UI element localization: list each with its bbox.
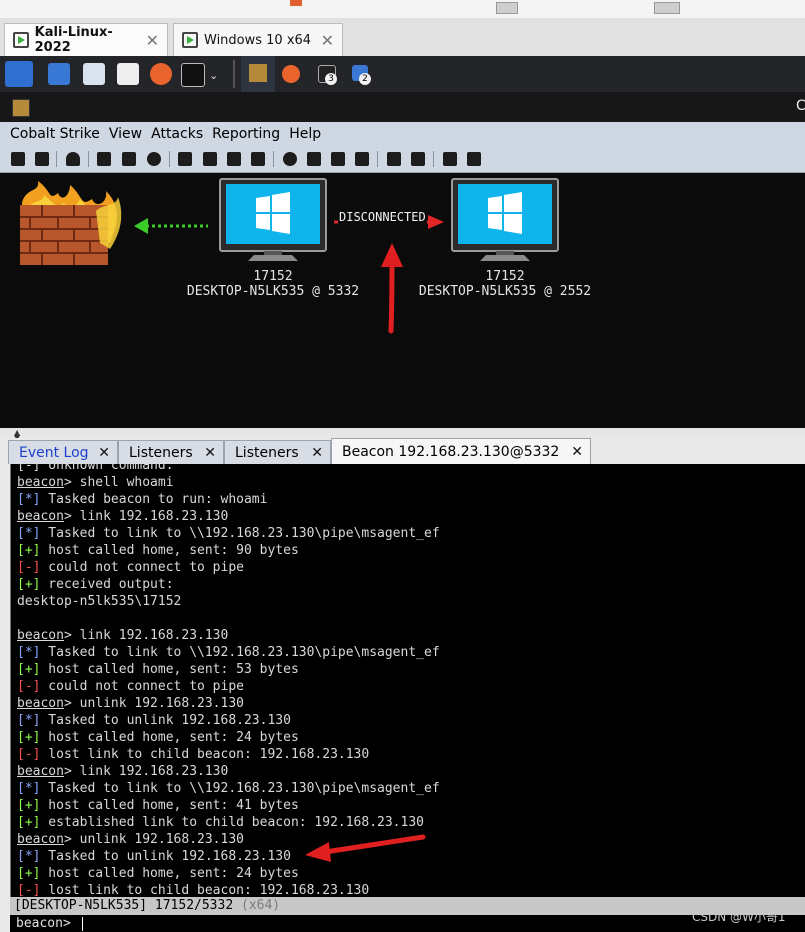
vm-icon (182, 32, 198, 48)
cobalt-strike-icon (249, 64, 267, 82)
close-icon[interactable]: ✕ (321, 31, 334, 50)
command-input-row[interactable]: beacon> (10, 915, 805, 932)
vm-tab-label: Windows 10 x64 (204, 32, 312, 48)
host-toolbar-icon[interactable] (496, 2, 518, 14)
beacon-console[interactable]: [-] Unknown command: beacon> shell whoami… (10, 464, 805, 897)
pivot-graph: DISCONNECTED 17152 DESKTOP-N5LK535 @ 533… (0, 173, 805, 428)
tab-listeners[interactable]: Listeners ✕ (224, 440, 331, 464)
package-icon[interactable] (467, 152, 481, 166)
node-label: 17152 DESKTOP-N5LK535 @ 2552 (416, 269, 594, 299)
node-host: DESKTOP-N5LK535 @ 5332 (186, 284, 360, 299)
status-pid: 17152/5332 (154, 898, 234, 913)
annotation-arrow (381, 243, 403, 334)
text-editor-icon[interactable] (117, 63, 139, 85)
script-console-icon[interactable] (355, 152, 369, 166)
annotation-overlay (305, 834, 426, 862)
beacon-node-2552[interactable] (451, 178, 559, 261)
host-toolbar-icon[interactable] (654, 2, 680, 14)
headphones-icon[interactable] (66, 152, 80, 166)
window-count-badge: 3 (325, 73, 337, 85)
pivot-graph-icon[interactable] (97, 152, 111, 166)
link-status-label: DISCONNECTED (338, 210, 427, 224)
cobalt-strike-icon (12, 99, 30, 117)
session-table-icon[interactable] (122, 152, 136, 166)
node-pid: 17152 (253, 269, 293, 284)
close-icon[interactable]: ✕ (311, 445, 323, 461)
firefox-icon[interactable] (150, 63, 172, 85)
watermark: CSDN @W小哥1 (692, 910, 786, 924)
window-title: C (796, 98, 805, 114)
node-label: 17152 DESKTOP-N5LK535 @ 5332 (185, 269, 361, 299)
kali-panel: ⌄ 3 2 (0, 56, 805, 94)
host-top-strip (0, 0, 805, 19)
desktop-icon[interactable] (48, 63, 70, 85)
close-icon[interactable]: ✕ (571, 444, 583, 460)
firefox-icon[interactable] (282, 65, 300, 83)
close-icon[interactable]: ✕ (204, 445, 216, 461)
vm-tab-kali[interactable]: Kali-Linux-2022 ✕ (4, 23, 168, 56)
vm-tab-bar: Kali-Linux-2022 ✕ Windows 10 x64 ✕ (0, 18, 805, 56)
menu-reporting[interactable]: Reporting (212, 126, 280, 142)
toolbar (0, 146, 805, 173)
input-prompt: beacon> (16, 916, 71, 931)
connect-icon[interactable] (11, 152, 25, 166)
console-tab-bar: Event Log ✕ Listeners ✕ Listeners ✕ Beac… (0, 438, 805, 464)
coffee-icon[interactable] (307, 152, 321, 166)
window-count-badge: 2 (359, 73, 371, 85)
vm-tab-label: Kali-Linux-2022 (34, 25, 113, 55)
chevron-down-icon[interactable]: ⌄ (209, 69, 218, 82)
tab-label: Listeners (235, 444, 299, 461)
menu-attacks[interactable]: Attacks (151, 126, 203, 142)
split-pane-divider[interactable]: ▲ ▼ (0, 428, 805, 442)
menu-cobalt-strike[interactable]: Cobalt Strike (10, 126, 100, 142)
host-toolbar-icon[interactable] (290, 0, 302, 6)
credentials-icon[interactable] (178, 152, 192, 166)
status-host: [DESKTOP-N5LK535] (14, 898, 148, 913)
menu-help[interactable]: Help (289, 126, 321, 142)
vm-icon (13, 32, 29, 48)
status-bar: [DESKTOP-N5LK535] 17152/5332 (x64) (10, 897, 805, 915)
files-icon[interactable] (83, 63, 105, 85)
terminal-icon[interactable] (181, 63, 205, 87)
target-icon[interactable] (147, 152, 161, 166)
screenshot-icon[interactable] (251, 152, 265, 166)
tab-beacon[interactable]: Beacon 192.168.23.130@5332 ✕ (331, 438, 591, 464)
kali-menu-icon[interactable] (5, 61, 33, 87)
tab-label: Event Log (19, 444, 89, 461)
tab-listeners[interactable]: Listeners ✕ (118, 440, 224, 464)
close-icon[interactable]: ✕ (146, 31, 159, 50)
active-task[interactable] (241, 56, 275, 94)
text-cursor (81, 916, 83, 931)
status-arch: (x64) (241, 898, 281, 913)
menu-view[interactable]: View (109, 126, 142, 142)
tab-event-log[interactable]: Event Log ✕ (8, 440, 118, 464)
key-icon[interactable] (227, 152, 241, 166)
download-icon[interactable] (203, 152, 217, 166)
panel-separator (233, 60, 235, 88)
gear-icon[interactable] (283, 152, 297, 166)
beacon-node-5332[interactable] (219, 178, 327, 261)
cs-window-titlebar: C (0, 92, 805, 122)
node-pid: 17152 (485, 269, 525, 284)
link-icon[interactable] (387, 152, 401, 166)
tab-label: Listeners (129, 444, 193, 461)
annotation-arrow (305, 834, 426, 862)
cloud-icon[interactable] (411, 152, 425, 166)
disconnect-icon[interactable] (35, 152, 49, 166)
document-icon[interactable] (331, 152, 345, 166)
connection-arrow (134, 218, 208, 234)
book-icon[interactable] (443, 152, 457, 166)
menu-bar: Cobalt Strike View Attacks Reporting Hel… (0, 122, 805, 146)
node-host: DESKTOP-N5LK535 @ 2552 (418, 284, 592, 299)
firewall-icon[interactable] (20, 181, 122, 265)
close-icon[interactable]: ✕ (98, 445, 110, 461)
tab-label: Beacon 192.168.23.130@5332 (342, 443, 560, 460)
vm-tab-windows[interactable]: Windows 10 x64 ✕ (173, 23, 343, 56)
